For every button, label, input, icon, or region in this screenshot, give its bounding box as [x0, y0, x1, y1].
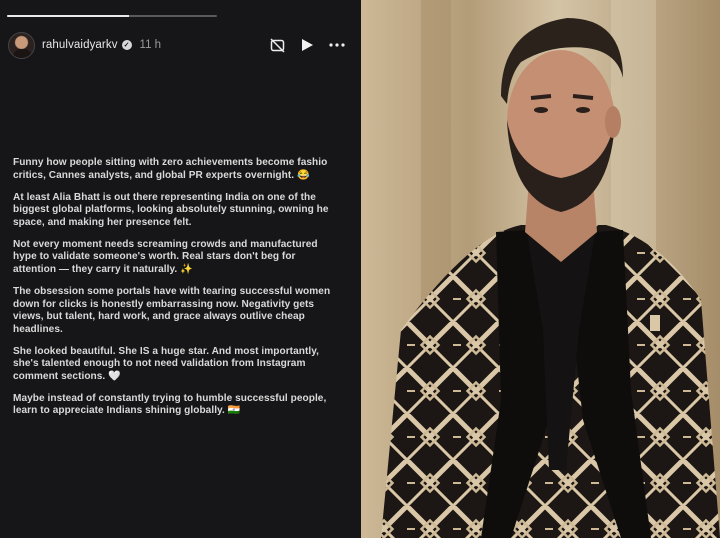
story-paragraph: Funny how people sitting with zero achie… — [13, 157, 361, 182]
more-icon[interactable] — [322, 30, 352, 60]
story-controls — [262, 30, 352, 60]
story-text-line: biggest global platforms, looking absolu… — [13, 204, 329, 216]
story-paragraph: The obsession some portals have with tea… — [13, 286, 361, 336]
story-text-line: Maybe instead of constantly trying to hu… — [13, 392, 327, 404]
story-progress-bar — [7, 15, 217, 17]
instagram-story-panel: rahulvaidyarkv ✓ 11 h Funny how people s… — [0, 0, 361, 538]
story-text-line: hype to validate someone's worth. Real s… — [13, 251, 296, 263]
story-paragraph: Maybe instead of constantly trying to hu… — [13, 393, 361, 418]
story-text-line: At least Alia Bhatt is out there represe… — [13, 191, 316, 203]
story-text-line: critics, Cannes analysts, and global PR … — [13, 169, 310, 181]
story-text-line: space, and making her presence felt. — [13, 216, 192, 228]
story-paragraph: She looked beautiful. She IS a huge star… — [13, 346, 361, 384]
story-text-line: Funny how people sitting with zero achie… — [13, 157, 328, 168]
story-text-line: down for clicks is honestly embarrassing… — [13, 298, 315, 310]
story-header: rahulvaidyarkv ✓ 11 h — [8, 30, 358, 60]
story-text-line: The obsession some portals have with tea… — [13, 285, 331, 297]
story-text-line: views, but talent, hard work, and grace … — [13, 311, 305, 323]
story-text-line: Not every moment needs screaming crowds … — [13, 238, 318, 250]
story-text-line: headlines. — [13, 323, 63, 335]
timestamp: 11 h — [139, 39, 162, 51]
story-text-line: attention — they carry it naturally. ✨ — [13, 263, 193, 275]
portrait-photo — [361, 0, 720, 538]
avatar[interactable] — [8, 31, 35, 59]
story-paragraph: Not every moment needs screaming crowds … — [13, 239, 361, 277]
story-text-line: She looked beautiful. She IS a huge star… — [13, 345, 320, 357]
story-text-line: learn to appreciate Indians shining glob… — [13, 405, 241, 417]
story-paragraph: At least Alia Bhatt is out there represe… — [13, 192, 361, 230]
verified-badge-icon: ✓ — [121, 40, 132, 50]
story-caption-text: Funny how people sitting with zero achie… — [13, 157, 361, 427]
portrait-illustration — [361, 0, 720, 538]
story-text-line: she's talented enough to not need valida… — [13, 358, 306, 370]
mute-icon[interactable] — [262, 30, 292, 60]
play-icon[interactable] — [292, 30, 322, 60]
story-text-line: comment sections. 🤍 — [13, 370, 121, 382]
story-progress-fill — [7, 15, 129, 17]
username[interactable]: rahulvaidyarkv — [42, 39, 118, 51]
